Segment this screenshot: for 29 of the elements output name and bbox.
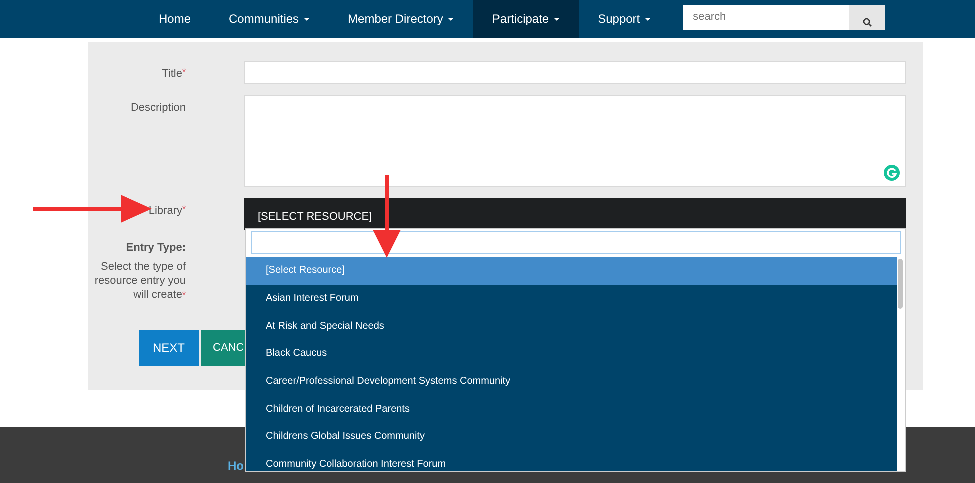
nav-link[interactable]: Support [579,0,670,38]
nav-link[interactable]: Communities [210,0,330,38]
field-label: Description [130,101,186,116]
dropdown-option[interactable]: Childrens Global Issues Community [246,423,897,451]
scrollbar-thumb[interactable] [898,259,903,309]
dropdown-option[interactable]: [Select Resource] [246,257,897,285]
select-field[interactable]: [SELECT RESOURCE] [244,198,906,230]
dropdown-option[interactable]: At Risk and Special Needs [246,312,897,340]
search-field[interactable]: search [683,5,850,30]
text-field[interactable] [244,61,906,84]
entry-type-title: Entry Type: [125,241,186,255]
field-label: Title* [161,66,186,82]
search-icon [862,18,872,27]
dropdown-option[interactable]: Black Caucus [246,340,897,368]
dropdown-search-field[interactable] [251,231,901,254]
footer-link[interactable]: Ho [228,457,244,475]
nav-link[interactable]: Member Directory [329,0,474,38]
grammar-check-icon[interactable] [884,165,900,181]
dropdown-option[interactable]: Children of Incarcerated Parents [246,395,897,424]
dropdown-option[interactable]: Asian Interest Forum [246,284,897,312]
field-label: Library* [148,203,186,219]
nav-link[interactable]: Participate [473,0,580,38]
dropdown-option[interactable]: Community Collaboration Interest Forum [246,450,897,471]
dropdown-option[interactable]: Career/Professional Development Systems Community [246,368,897,396]
field-label: Select the type of resource entry you will create* [94,260,186,302]
nav-link[interactable]: Home [140,0,210,38]
search-button[interactable] [849,5,886,30]
textarea-field[interactable] [244,95,906,187]
next-button[interactable]: NEXT [139,330,200,366]
